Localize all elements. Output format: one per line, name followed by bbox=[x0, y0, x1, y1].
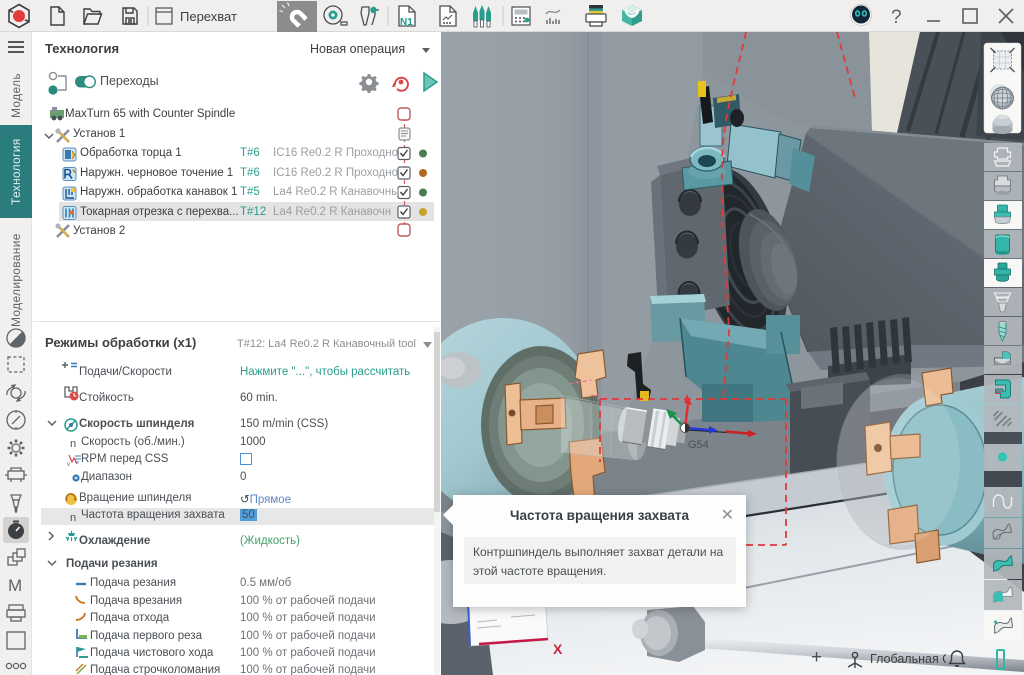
svg-text:?: ? bbox=[891, 7, 902, 28]
svg-text:M: M bbox=[8, 576, 22, 595]
svg-text:n: n bbox=[70, 438, 76, 450]
svg-text:X: X bbox=[553, 641, 563, 657]
svg-text:v: v bbox=[67, 462, 70, 468]
svg-text:N1: N1 bbox=[400, 17, 413, 28]
svg-text:n: n bbox=[70, 512, 76, 524]
svg-text:G54: G54 bbox=[688, 439, 709, 451]
